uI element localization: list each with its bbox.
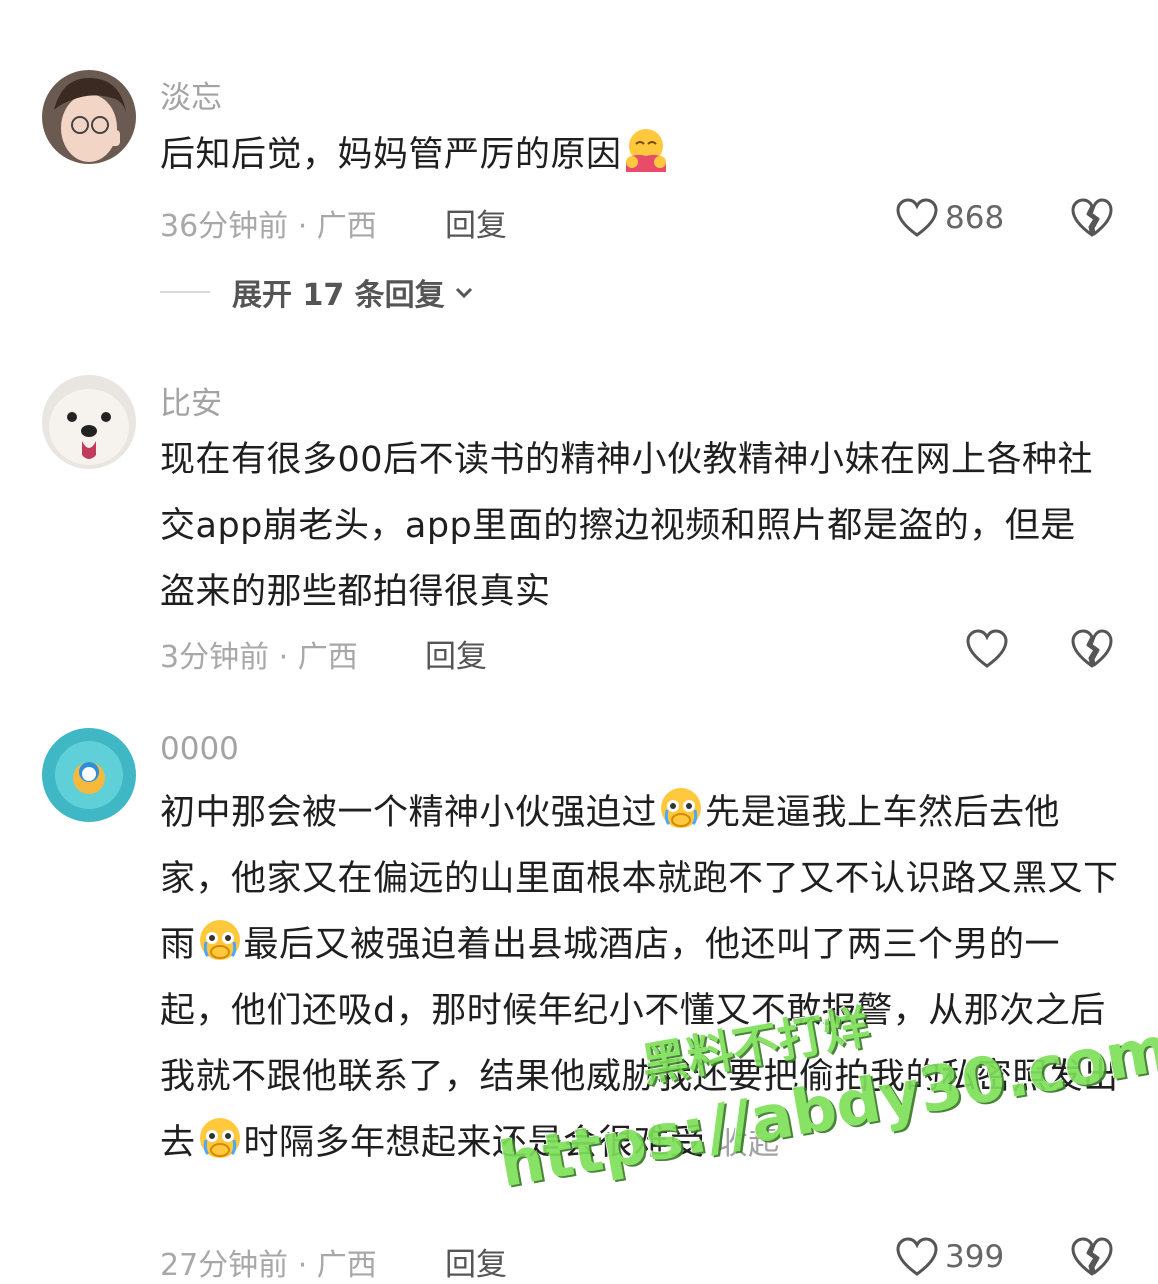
expand-replies-label: 展开 17 条回复: [232, 278, 445, 313]
username[interactable]: 比安: [160, 378, 222, 423]
avatar[interactable]: [42, 70, 136, 164]
divider: [160, 291, 210, 293]
chevron-down-icon: [455, 287, 472, 299]
reply-button[interactable]: 回复: [445, 200, 507, 245]
like-count: 399: [945, 1239, 1005, 1275]
like-count: 868: [945, 200, 1005, 236]
broken-heart-icon: [1071, 629, 1113, 668]
reply-button[interactable]: 回复: [425, 631, 487, 676]
avatar[interactable]: [42, 375, 136, 469]
comment-text-part1: 初中那会被一个精神小伙强迫过: [160, 793, 658, 833]
hug-emoji-icon: [625, 129, 666, 172]
like-button[interactable]: 399: [895, 1236, 1004, 1278]
broken-heart-icon: [1071, 198, 1113, 237]
comment-text: 后知后觉，妈妈管严厉的原因: [160, 122, 1120, 188]
dislike-button[interactable]: [1070, 1236, 1114, 1282]
comment-text: 初中那会被一个精神小伙强迫过 先是逼我上车然后去他家，他家又在偏远的山里面根本就…: [160, 780, 1120, 1177]
comment-text-content: 后知后觉，妈妈管严厉的原因: [160, 135, 622, 175]
crying-face-emoji-icon: [199, 1118, 240, 1158]
like-button[interactable]: 868: [895, 197, 1004, 239]
crying-face-emoji-icon: [199, 920, 240, 960]
expand-replies-button[interactable]: 展开 17 条回复: [160, 270, 477, 314]
username[interactable]: 淡忘: [160, 72, 222, 117]
crying-face-emoji-icon: [661, 788, 702, 828]
dislike-button[interactable]: [1070, 197, 1114, 243]
reply-button[interactable]: 回复: [445, 1239, 507, 1284]
collapse-button[interactable]: 收起: [717, 1126, 780, 1162]
heart-icon: [896, 198, 938, 237]
heart-icon: [966, 629, 1008, 668]
like-button[interactable]: [965, 628, 1009, 670]
comment-meta: 3分钟前 · 广西: [160, 640, 358, 675]
dislike-button[interactable]: [1070, 628, 1114, 674]
comment-meta: 27分钟前 · 广西: [160, 1248, 377, 1283]
comment-text: 现在有很多00后不读书的精神小伙教精神小妹在网上各种社交app崩老头，app里面…: [160, 440, 1094, 612]
heart-icon: [896, 1237, 938, 1276]
comment-text-part4: 时隔多年想起来还是会很难受: [243, 1123, 706, 1163]
username[interactable]: 0000: [160, 731, 239, 767]
broken-heart-icon: [1071, 1237, 1113, 1276]
avatar[interactable]: [42, 728, 136, 822]
comment-meta: 36分钟前 · 广西: [160, 209, 377, 244]
